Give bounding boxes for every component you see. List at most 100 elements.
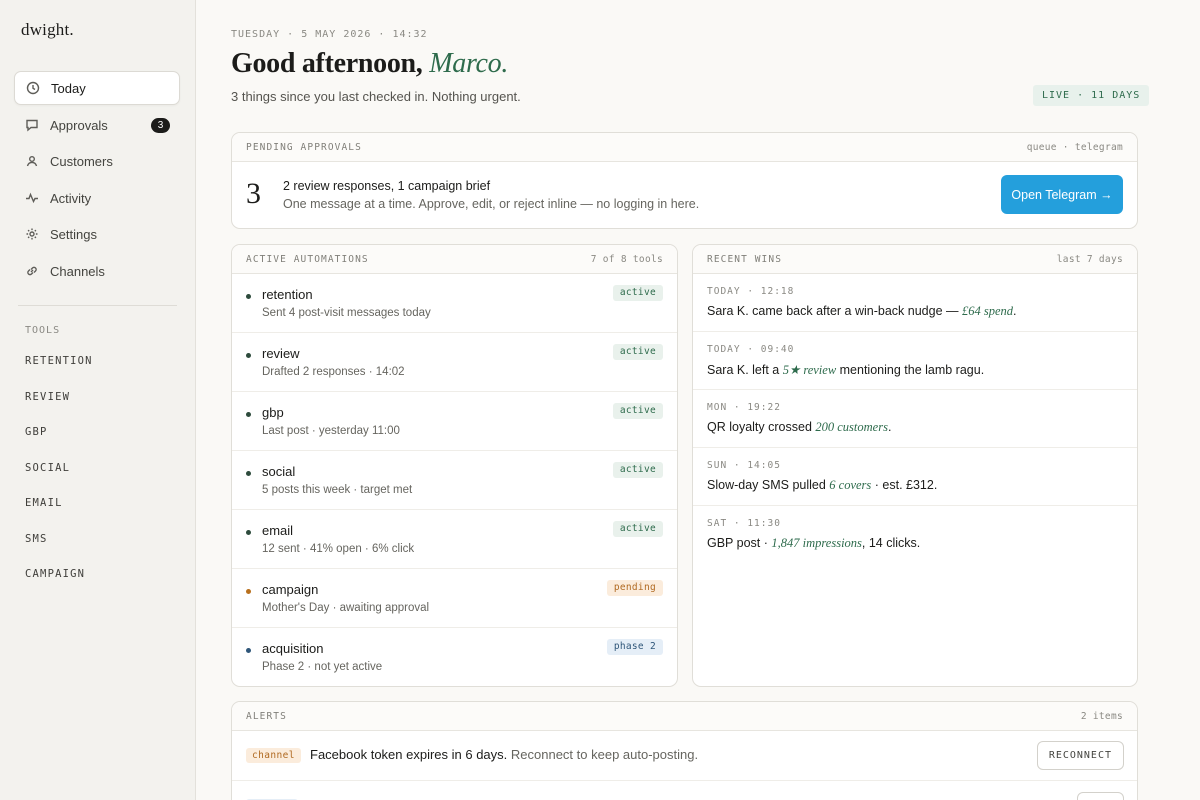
card-meta: 7 of 8 tools (590, 253, 663, 265)
tool-item-review[interactable]: REVIEW (25, 391, 70, 403)
message-icon (25, 118, 39, 132)
pending-count: 3 (246, 177, 261, 210)
alert-item-partial (232, 782, 1137, 800)
automation-row-campaign[interactable]: campaign Mother's Day · awaiting approva… (232, 569, 677, 628)
win-timestamp: TODAY · 09:40 (707, 344, 795, 355)
nav-item-approvals[interactable]: Approvals 3 (14, 108, 180, 142)
pending-approvals-card: PENDING APPROVALS queue · telegram 3 2 r… (231, 132, 1138, 229)
status-badge: active (612, 521, 663, 537)
alert-message-strong: Facebook token expires in 6 days. (310, 747, 508, 762)
nav-item-activity[interactable]: Activity (14, 181, 180, 215)
automation-desc: Drafted 2 responses · 14:02 (262, 366, 405, 378)
brand-logo[interactable]: dwight. (21, 20, 74, 40)
automation-row-social[interactable]: social 5 posts this week · target met ac… (232, 451, 677, 510)
card-header: ACTIVE AUTOMATIONS 7 of 8 tools (232, 245, 677, 274)
win-timestamp: MON · 19:22 (707, 402, 781, 413)
sidebar: dwight. Today Approvals 3 Customers Acti… (0, 0, 196, 800)
live-status-badge: LIVE · 11 DAYS (1033, 85, 1150, 106)
nav-item-channels[interactable]: Channels (14, 254, 180, 288)
win-text-post: , 14 clicks. (861, 536, 921, 550)
win-timestamp: SAT · 11:30 (707, 518, 781, 529)
page-subtitle: 3 things since you last checked in. Noth… (231, 89, 521, 104)
nav-item-customers[interactable]: Customers (14, 144, 180, 178)
automation-name: gbp (262, 405, 284, 420)
status-badge: pending (606, 580, 663, 596)
status-dot (246, 589, 251, 594)
card-title: ALERTS (246, 710, 287, 722)
card-title: RECENT WINS (707, 253, 783, 265)
automation-row-review[interactable]: review Drafted 2 responses · 14:02 activ… (232, 333, 677, 392)
automation-name: retention (262, 287, 313, 302)
alerts-card: ALERTS 2 items channel Facebook token ex… (231, 701, 1138, 800)
active-automations-card: ACTIVE AUTOMATIONS 7 of 8 tools retentio… (231, 244, 678, 687)
reconnect-button[interactable]: RECONNECT (1036, 741, 1124, 770)
clock-icon (26, 81, 40, 95)
status-dot (246, 471, 251, 476)
page-title: Good afternoon, Marco. (231, 48, 508, 80)
status-badge: active (612, 403, 663, 419)
gear-icon (25, 227, 39, 241)
pending-summary: 2 review responses, 1 campaign brief (283, 179, 491, 193)
nav-label: Customers (50, 153, 113, 169)
pulse-icon (25, 191, 39, 205)
approvals-count-badge: 3 (151, 118, 170, 133)
status-dot (246, 412, 251, 417)
sidebar-divider (18, 305, 177, 306)
automation-desc: Mother's Day · awaiting approval (262, 602, 430, 614)
win-timestamp: SUN · 14:05 (707, 460, 781, 471)
automation-name: acquisition (262, 641, 324, 656)
status-badge: active (612, 462, 663, 478)
win-text-pre: Slow-day SMS pulled (707, 478, 830, 492)
win-highlight: 1,847 impressions (771, 536, 862, 550)
win-text: Slow-day SMS pulled 6 covers · est. £312… (707, 478, 937, 493)
tool-item-email[interactable]: EMAIL (25, 497, 63, 509)
win-text-pre: QR loyalty crossed (707, 420, 816, 434)
win-text-post: · est. £312. (871, 478, 938, 492)
win-highlight: 6 covers (829, 478, 872, 492)
card-meta: last 7 days (1056, 253, 1123, 265)
user-name: Marco. (429, 48, 509, 79)
card-title: ACTIVE AUTOMATIONS (246, 253, 369, 265)
nav-label: Settings (50, 226, 97, 242)
automation-name: email (262, 523, 294, 538)
win-text-pre: GBP post · (707, 536, 772, 550)
tool-item-campaign[interactable]: CAMPAIGN (25, 568, 85, 580)
dateline: TUESDAY · 5 MAY 2026 · 14:32 (231, 29, 428, 40)
tool-item-retention[interactable]: RETENTION (25, 355, 93, 367)
tool-item-gbp[interactable]: GBP (25, 426, 48, 438)
card-meta: 2 items (1080, 710, 1123, 722)
open-telegram-button[interactable]: Open Telegram → (1001, 175, 1123, 214)
automation-name: review (262, 346, 300, 361)
card-header: RECENT WINS last 7 days (693, 245, 1137, 274)
card-header: ALERTS 2 items (232, 702, 1137, 731)
alert-action-button[interactable] (1077, 792, 1124, 800)
nav-item-settings[interactable]: Settings (14, 217, 180, 251)
win-text-pre: Sara K. left a (707, 363, 783, 377)
win-text-post: . (887, 420, 892, 434)
automation-row-retention[interactable]: retention Sent 4 post-visit messages tod… (232, 274, 677, 333)
nav-label: Channels (50, 263, 105, 279)
automation-row-email[interactable]: email 12 sent · 41% open · 6% click acti… (232, 510, 677, 569)
win-text: GBP post · 1,847 impressions, 14 clicks. (707, 536, 920, 551)
card-title: PENDING APPROVALS (246, 141, 362, 153)
status-dot (246, 353, 251, 358)
tools-heading: TOOLS (25, 325, 61, 336)
tool-item-sms[interactable]: SMS (25, 533, 48, 545)
status-badge: active (612, 344, 663, 360)
status-badge: phase 2 (606, 639, 663, 655)
nav-item-today[interactable]: Today (14, 71, 180, 105)
status-badge: active (612, 285, 663, 301)
alert-category-badge: channel (246, 748, 301, 763)
automation-row-gbp[interactable]: gbp Last post · yesterday 11:00 active (232, 392, 677, 451)
automation-desc: Sent 4 post-visit messages today (262, 307, 431, 319)
automation-row-acquisition[interactable]: acquisition Phase 2 · not yet active pha… (232, 628, 677, 686)
win-text: QR loyalty crossed 200 customers. (707, 420, 891, 435)
card-header: PENDING APPROVALS queue · telegram (232, 133, 1137, 162)
win-item: MON · 19:22 QR loyalty crossed 200 custo… (693, 390, 1137, 448)
win-highlight: 5★ review (782, 363, 837, 377)
win-item: SUN · 14:05 Slow-day SMS pulled 6 covers… (693, 448, 1137, 506)
nav-label: Activity (50, 190, 92, 206)
tool-item-social[interactable]: SOCIAL (25, 462, 70, 474)
win-text-post: mentioning the lamb ragu. (836, 363, 985, 377)
alert-item: channel Facebook token expires in 6 days… (232, 731, 1137, 781)
